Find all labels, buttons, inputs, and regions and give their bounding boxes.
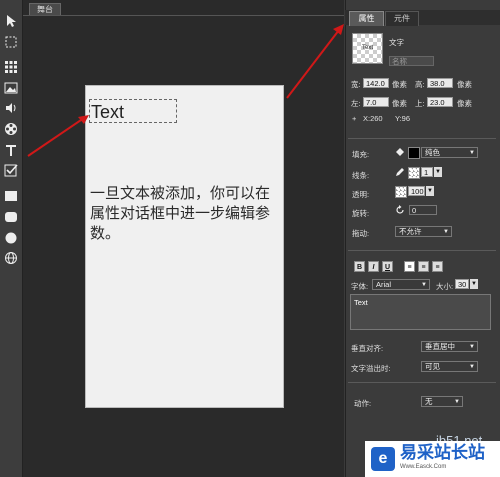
- opacity-dropdown-icon[interactable]: ▼: [426, 186, 434, 196]
- action-label: 动作:: [354, 399, 372, 408]
- rectangle-icon[interactable]: [2, 187, 20, 205]
- stroke-width-input[interactable]: 1: [421, 167, 433, 177]
- drag-value: 不允许: [399, 227, 422, 236]
- chevron-down-icon: ▼: [454, 399, 460, 405]
- chevron-down-icon: ▼: [469, 150, 475, 156]
- stroke-color-swatch[interactable]: [408, 167, 420, 179]
- font-label: 字体:: [351, 282, 369, 291]
- opacity-swatch-icon: [395, 186, 407, 198]
- select-arrow-icon[interactable]: [2, 12, 20, 30]
- text-tool-icon[interactable]: [2, 141, 20, 159]
- left-input[interactable]: 7.0: [363, 97, 389, 107]
- image-icon[interactable]: [2, 79, 20, 97]
- circle-icon[interactable]: [2, 229, 20, 247]
- chevron-down-icon: ▼: [469, 344, 475, 350]
- valign-select[interactable]: 垂直居中 ▼: [421, 341, 478, 352]
- fill-type-value: 纯色: [425, 148, 440, 157]
- valign-value: 垂直居中: [425, 342, 455, 351]
- top-input[interactable]: 23.0: [427, 97, 453, 107]
- canvas-body-text[interactable]: 一旦文本被添加，你可以在属性对话框中进一步编辑参数。: [90, 183, 278, 243]
- text-content-area[interactable]: Text: [350, 294, 491, 330]
- coord-y-readout: Y:96: [395, 114, 411, 123]
- crosshair-icon: +: [352, 114, 357, 123]
- height-input[interactable]: 38.0: [427, 78, 453, 88]
- opacity-input[interactable]: 100: [408, 186, 425, 196]
- audio-icon[interactable]: [2, 99, 20, 117]
- align-center-icon[interactable]: ≡: [418, 261, 429, 272]
- crop-select-icon[interactable]: [2, 33, 20, 51]
- left-toolbar: [0, 0, 23, 477]
- rotate-input[interactable]: 0: [409, 205, 437, 215]
- stage-divider: [23, 15, 344, 16]
- rotate-icon: [395, 205, 405, 215]
- stage-canvas[interactable]: [85, 85, 284, 408]
- overflow-label: 文字溢出时:: [351, 364, 391, 373]
- action-value: 无: [425, 397, 433, 406]
- width-unit: 像素: [392, 80, 407, 89]
- paint-bucket-icon[interactable]: [395, 147, 405, 157]
- width-input[interactable]: 142.0: [363, 78, 389, 88]
- bold-button[interactable]: B: [354, 261, 365, 272]
- fill-color-swatch[interactable]: [408, 147, 420, 159]
- watermark-url: Www.Easck.Com: [400, 464, 447, 470]
- video-reel-icon[interactable]: [2, 120, 20, 138]
- left-label: 左:: [351, 99, 361, 108]
- drag-label: 拖动:: [352, 229, 370, 238]
- section-divider: [348, 250, 496, 251]
- coord-x-readout: X:260: [363, 114, 383, 123]
- fill-type-select[interactable]: 纯色 ▼: [421, 147, 478, 158]
- italic-button[interactable]: I: [368, 261, 379, 272]
- action-select[interactable]: 无 ▼: [421, 396, 463, 407]
- tab-components[interactable]: 元件: [385, 11, 419, 26]
- checkbox-icon[interactable]: [2, 161, 20, 179]
- tab-properties[interactable]: 属性: [349, 11, 384, 26]
- align-right-icon[interactable]: ≡: [432, 261, 443, 272]
- overflow-value: 可见: [425, 362, 440, 371]
- grid-icon[interactable]: [2, 58, 20, 76]
- rounded-rect-icon[interactable]: [2, 208, 20, 226]
- size-dropdown-icon[interactable]: ▼: [470, 279, 478, 289]
- font-value: Arial: [376, 280, 392, 289]
- opacity-label: 透明:: [352, 190, 370, 199]
- stroke-dropdown-icon[interactable]: ▼: [434, 167, 442, 177]
- top-unit: 像素: [457, 99, 472, 108]
- overflow-select[interactable]: 可见 ▼: [421, 361, 478, 372]
- section-divider: [348, 138, 496, 139]
- watermark-title: 易采站长站: [400, 443, 485, 462]
- text-element[interactable]: Text: [89, 99, 177, 123]
- name-field[interactable]: 名称: [389, 56, 434, 66]
- chevron-down-icon: ▼: [443, 229, 449, 235]
- height-label: 高:: [415, 80, 425, 89]
- underline-button[interactable]: U: [382, 261, 393, 272]
- element-type-label: 文字: [389, 38, 404, 47]
- height-unit: 像素: [457, 80, 472, 89]
- font-size-input[interactable]: 30: [455, 279, 469, 289]
- chevron-down-icon: ▼: [469, 364, 475, 370]
- fill-label: 填充:: [352, 150, 370, 159]
- globe-icon[interactable]: [2, 249, 20, 267]
- stroke-label: 线条:: [352, 171, 370, 180]
- rotate-label: 旋转:: [352, 209, 370, 218]
- valign-label: 垂直对齐:: [351, 344, 384, 353]
- watermark-logo-icon: e: [371, 447, 395, 471]
- chevron-down-icon: ▼: [421, 282, 427, 288]
- width-label: 宽:: [351, 80, 361, 89]
- element-thumbnail: Text: [352, 33, 383, 64]
- align-left-icon[interactable]: ≡: [404, 261, 415, 272]
- top-label: 上:: [415, 99, 425, 108]
- font-select[interactable]: Arial ▼: [372, 279, 430, 290]
- size-label: 大小:: [436, 282, 454, 291]
- section-divider: [348, 382, 496, 383]
- pen-icon[interactable]: [395, 167, 405, 177]
- drag-select[interactable]: 不允许 ▼: [395, 226, 452, 237]
- left-unit: 像素: [392, 99, 407, 108]
